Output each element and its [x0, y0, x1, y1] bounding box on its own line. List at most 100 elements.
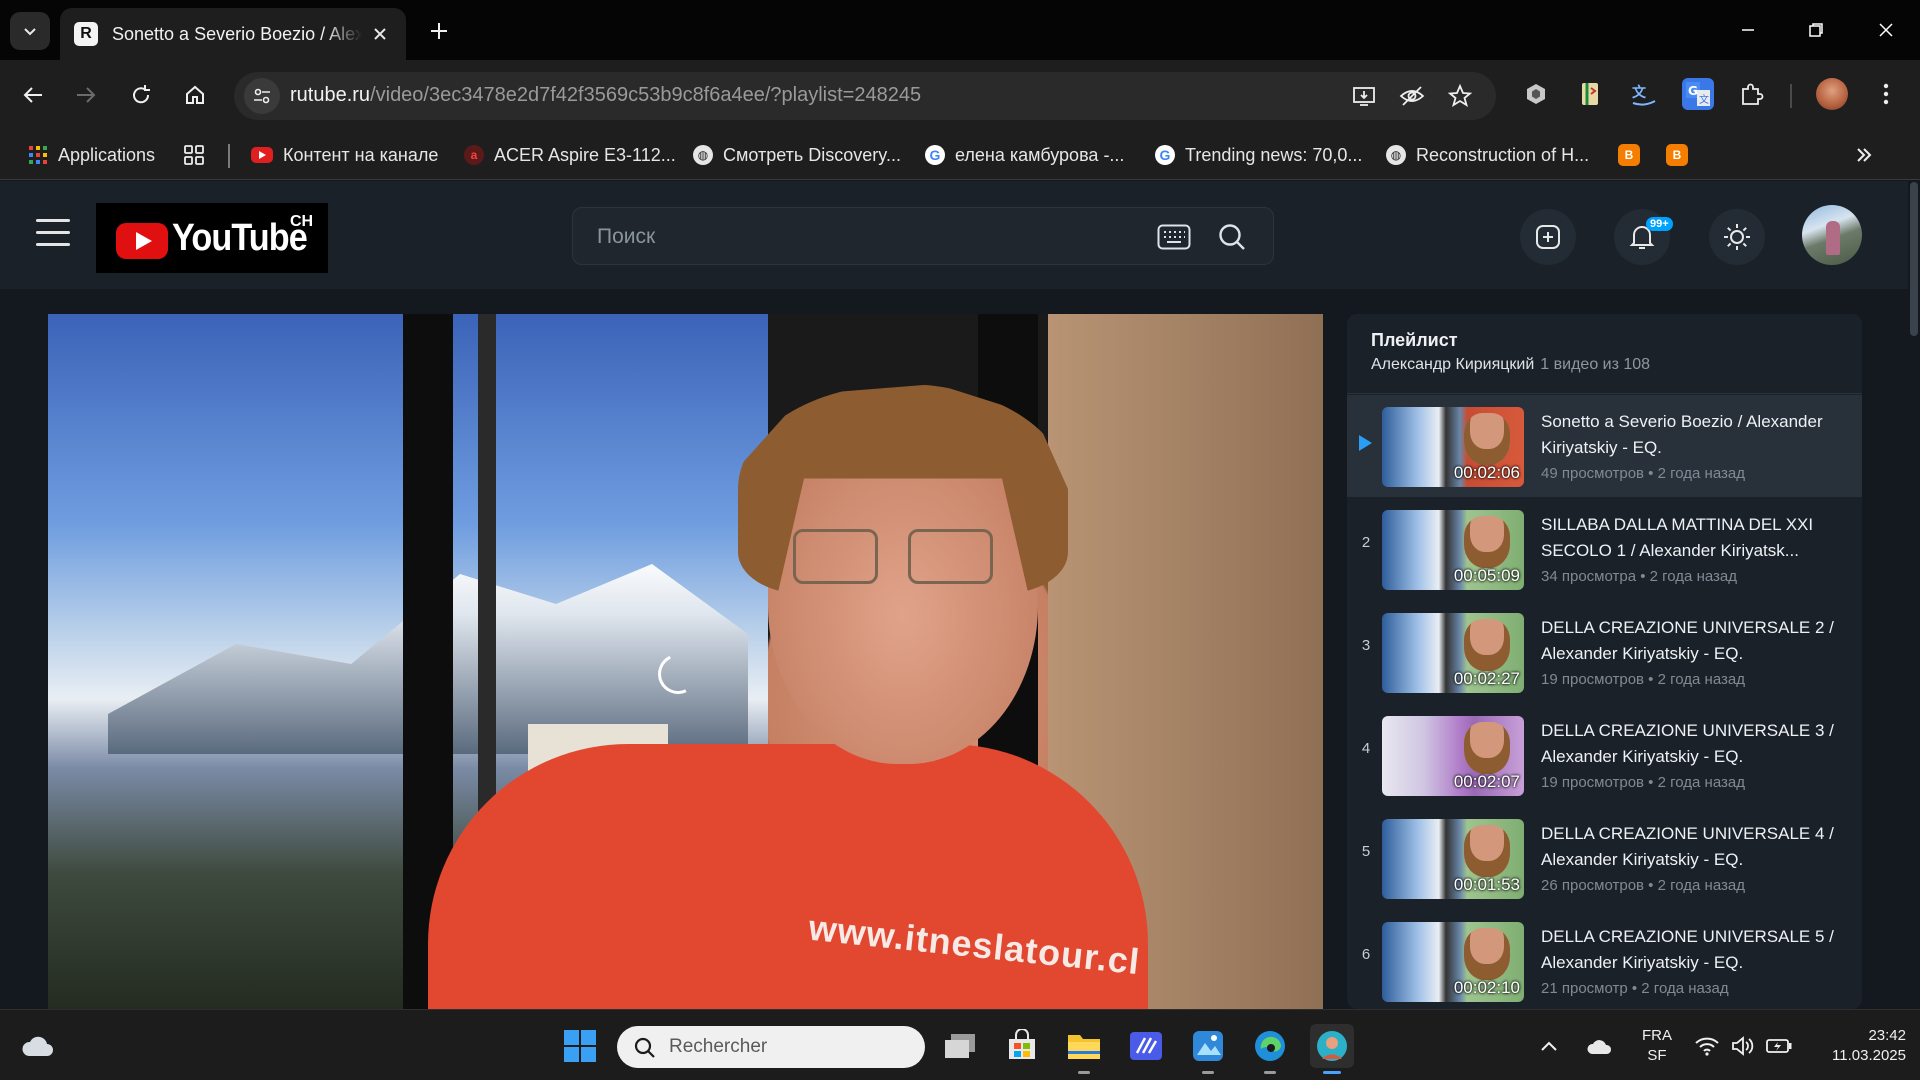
search-icon[interactable] [1217, 222, 1247, 252]
video-thumbnail[interactable]: 00:02:06 [1382, 407, 1524, 487]
upload-video-button[interactable] [1520, 209, 1576, 265]
video-title[interactable]: DELLA CREAZIONE UNIVERSALE 4 / Alexander… [1541, 821, 1841, 873]
photos-app-button[interactable] [1186, 1024, 1230, 1074]
search-input[interactable]: Поиск [597, 225, 655, 249]
bookmark-applications[interactable]: Applications [28, 142, 155, 168]
tab-close-button[interactable] [368, 22, 392, 46]
video-thumbnail[interactable]: 00:02:27 [1382, 613, 1524, 693]
forward-button[interactable] [66, 75, 106, 115]
video-title[interactable]: Sonetto a Severio Boezio / Alexander Kir… [1541, 409, 1841, 461]
bookmarks-overflow-button[interactable] [1854, 142, 1874, 168]
extension-google-translate-button[interactable]: G文 [1682, 78, 1714, 110]
bookmark-blogger-2[interactable]: B [1666, 142, 1698, 168]
clock[interactable]: 23:42 11.03.2025 [1806, 1026, 1906, 1066]
google-icon: G [1155, 145, 1175, 165]
reload-button[interactable] [121, 75, 161, 115]
logo-wordmark: YouTube [172, 217, 308, 259]
url-host: rutube.ru [290, 84, 371, 106]
start-button[interactable] [558, 1024, 602, 1068]
tracking-protection-button[interactable] [1398, 82, 1426, 110]
page-scrollbar-thumb[interactable] [1910, 182, 1918, 336]
arrow-left-icon [23, 87, 42, 103]
playlist-item-active[interactable]: 00:02:06 Sonetto a Severio Boezio / Alex… [1347, 395, 1862, 497]
bookmark-blogger-1[interactable]: B [1618, 142, 1650, 168]
video-thumbnail[interactable]: 00:05:09 [1382, 510, 1524, 590]
file-explorer-button[interactable] [1062, 1024, 1106, 1074]
close-window-button[interactable] [1864, 10, 1908, 50]
playlist-item[interactable]: 4 00:02:07 DELLA CREAZIONE UNIVERSALE 3 … [1347, 704, 1862, 806]
bookmark-acer[interactable]: a ACER Aspire E3-112... [464, 142, 676, 168]
video-thumbnail[interactable]: 00:02:10 [1382, 922, 1524, 1002]
theme-toggle-button[interactable] [1709, 209, 1765, 265]
playlist-item[interactable]: 5 00:01:53 DELLA CREAZIONE UNIVERSALE 4 … [1347, 807, 1862, 909]
bookmark-kamburova[interactable]: G елена камбурова -... [925, 142, 1124, 168]
weather-widget-button[interactable] [16, 1024, 60, 1068]
playlist-item[interactable]: 2 00:05:09 SILLABA DALLA MATTINA DEL XXI… [1347, 498, 1862, 600]
app-vscode-style-button[interactable] [1124, 1024, 1168, 1068]
active-tab[interactable]: R Sonetto a Severio Boezio / Alexander K… [60, 8, 406, 60]
video-frame-glasses [793, 529, 878, 584]
video-title[interactable]: DELLA CREAZIONE UNIVERSALE 3 / Alexander… [1541, 718, 1841, 770]
video-thumbnail[interactable]: 00:02:07 [1382, 716, 1524, 796]
user-avatar[interactable] [1802, 205, 1862, 265]
hamburger-menu-button[interactable] [36, 219, 70, 249]
microsoft-store-button[interactable] [1000, 1024, 1044, 1068]
address-bar[interactable]: rutube.ru/video/3ec3478e2d7f42f3569c53b9… [234, 72, 1496, 120]
site-info-button[interactable] [244, 78, 280, 114]
playlist-author[interactable]: Александр Кирияцкий [1371, 356, 1534, 373]
playlist-item[interactable]: 6 00:02:10 DELLA CREAZIONE UNIVERSALE 5 … [1347, 910, 1862, 1009]
video-player[interactable]: www.itneslatour.cl [48, 314, 1323, 1009]
video-duration: 00:02:06 [1453, 463, 1520, 482]
task-view-button[interactable] [938, 1024, 982, 1068]
back-button[interactable] [13, 75, 53, 115]
video-views: 21 просмотр [1541, 980, 1628, 997]
url-path: /video/3ec3478e2d7f42f3569c53b9c8f6a4ee/… [370, 84, 922, 106]
bookmark-trending-news[interactable]: G Trending news: 70,0... [1155, 142, 1362, 168]
tune-icon [254, 88, 270, 104]
site-logo[interactable]: YouTube CH [96, 203, 328, 273]
extension-shield-button[interactable] [1520, 78, 1552, 110]
bookmark-reconstruction[interactable]: ◍ Reconstruction of H... [1386, 142, 1589, 168]
new-tab-button[interactable] [424, 16, 454, 46]
bookmark-youtube-content[interactable]: Контент на канале [251, 142, 438, 168]
install-app-button[interactable] [1350, 82, 1378, 110]
battery-status-button[interactable] [1762, 1024, 1796, 1068]
video-title[interactable]: SILLABA DALLA MATTINA DEL XXI SECOLO 1 /… [1541, 512, 1841, 564]
notifications-button[interactable]: 99+ [1614, 209, 1673, 265]
add-video-icon [1536, 225, 1560, 249]
tab-search-button[interactable] [10, 12, 50, 50]
profile-avatar-button[interactable] [1816, 78, 1848, 110]
browser-menu-button[interactable] [1870, 78, 1902, 110]
edge-browser-button[interactable] [1248, 1024, 1292, 1074]
input-language-indicator[interactable]: FRA SF [1630, 1026, 1684, 1066]
show-hidden-icons-button[interactable] [1534, 1024, 1564, 1068]
extension-bookmark-button[interactable] [1574, 78, 1606, 110]
bookmark-discovery[interactable]: ◍ Смотреть Discovery... [693, 142, 901, 168]
extensions-menu-button[interactable] [1736, 78, 1768, 110]
bookmark-tab-groups[interactable] [183, 142, 205, 168]
search-box[interactable]: Поиск [572, 207, 1274, 265]
playlist-item[interactable]: 3 00:02:27 DELLA CREAZIONE UNIVERSALE 2 … [1347, 601, 1862, 703]
extension-translate-japanese-button[interactable]: 文 [1628, 78, 1660, 110]
chrome-browser-button[interactable] [1310, 1024, 1354, 1074]
home-button[interactable] [175, 75, 215, 115]
volume-button[interactable] [1726, 1024, 1760, 1068]
onedrive-button[interactable] [1582, 1024, 1618, 1068]
item-number: 5 [1361, 843, 1371, 860]
wifi-status-button[interactable] [1690, 1024, 1724, 1068]
playlist-title: Плейлист [1371, 330, 1458, 350]
taskbar-search-box[interactable]: Rechercher [617, 1026, 925, 1068]
video-title[interactable]: DELLA CREAZIONE UNIVERSALE 5 / Alexander… [1541, 924, 1841, 976]
video-thumbnail[interactable]: 00:01:53 [1382, 819, 1524, 899]
restore-button[interactable] [1794, 10, 1838, 50]
keyboard-icon[interactable] [1157, 224, 1191, 250]
url-text[interactable]: rutube.ru/video/3ec3478e2d7f42f3569c53b9… [290, 84, 921, 107]
minimize-button[interactable] [1726, 10, 1770, 50]
video-title[interactable]: DELLA CREAZIONE UNIVERSALE 2 / Alexander… [1541, 615, 1841, 667]
svg-text:文: 文 [1632, 84, 1647, 101]
bookmark-star-button[interactable] [1446, 82, 1474, 110]
translate-icon: 文 [1632, 84, 1656, 106]
arrow-right-icon [77, 87, 96, 103]
taskbar-search-input[interactable]: Rechercher [669, 1036, 767, 1058]
search-icon [634, 1037, 655, 1058]
